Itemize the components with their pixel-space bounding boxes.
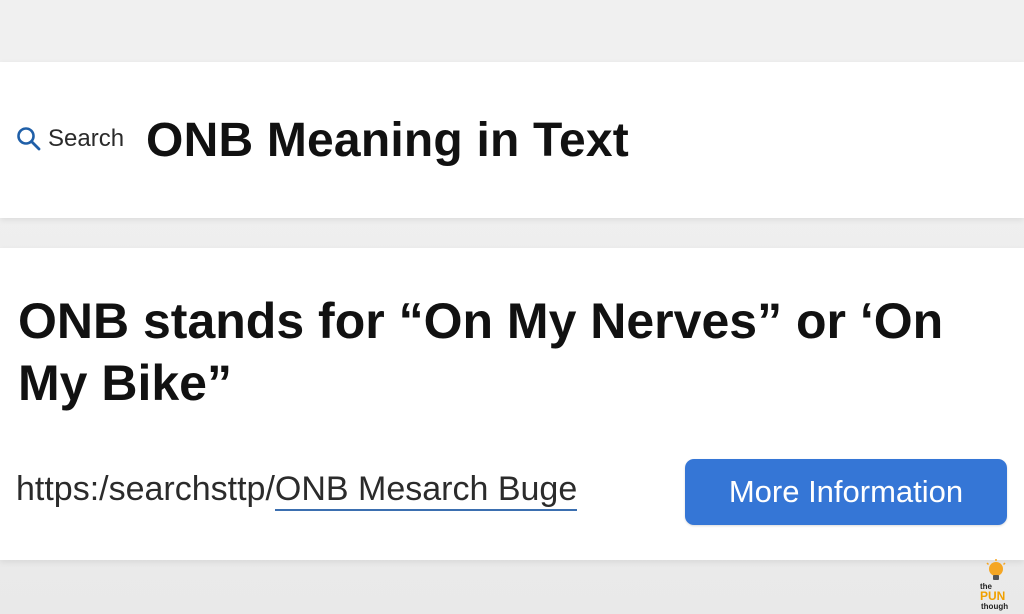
url-link[interactable]: ONB Mesarch Buge [274,470,578,511]
page: Search ONB Meaning in Text ONB stands fo… [0,0,1024,614]
result-url: https:/searchsttp/ONB Mesarch Buge [16,470,578,511]
search-box[interactable]: Search [14,124,124,154]
result-heading: ONB stands for “On My Nerves” or ‘On My … [18,293,944,411]
page-title: ONB Meaning in Text [146,113,629,167]
url-prefix: https:/searchsttp/ [16,470,275,508]
search-icon[interactable] [14,124,44,154]
top-strip [0,0,1024,62]
watermark-pun: PUN [980,589,1006,603]
more-information-button[interactable]: More Information [685,459,1007,525]
search-header: Search ONB Meaning in Text [0,62,1024,218]
watermark-though: though [981,602,1009,611]
result-card: ONB stands for “On My Nerves” or ‘On My … [0,248,1024,560]
watermark-logo: the PUN though [972,558,1020,612]
search-label[interactable]: Search [48,125,124,153]
